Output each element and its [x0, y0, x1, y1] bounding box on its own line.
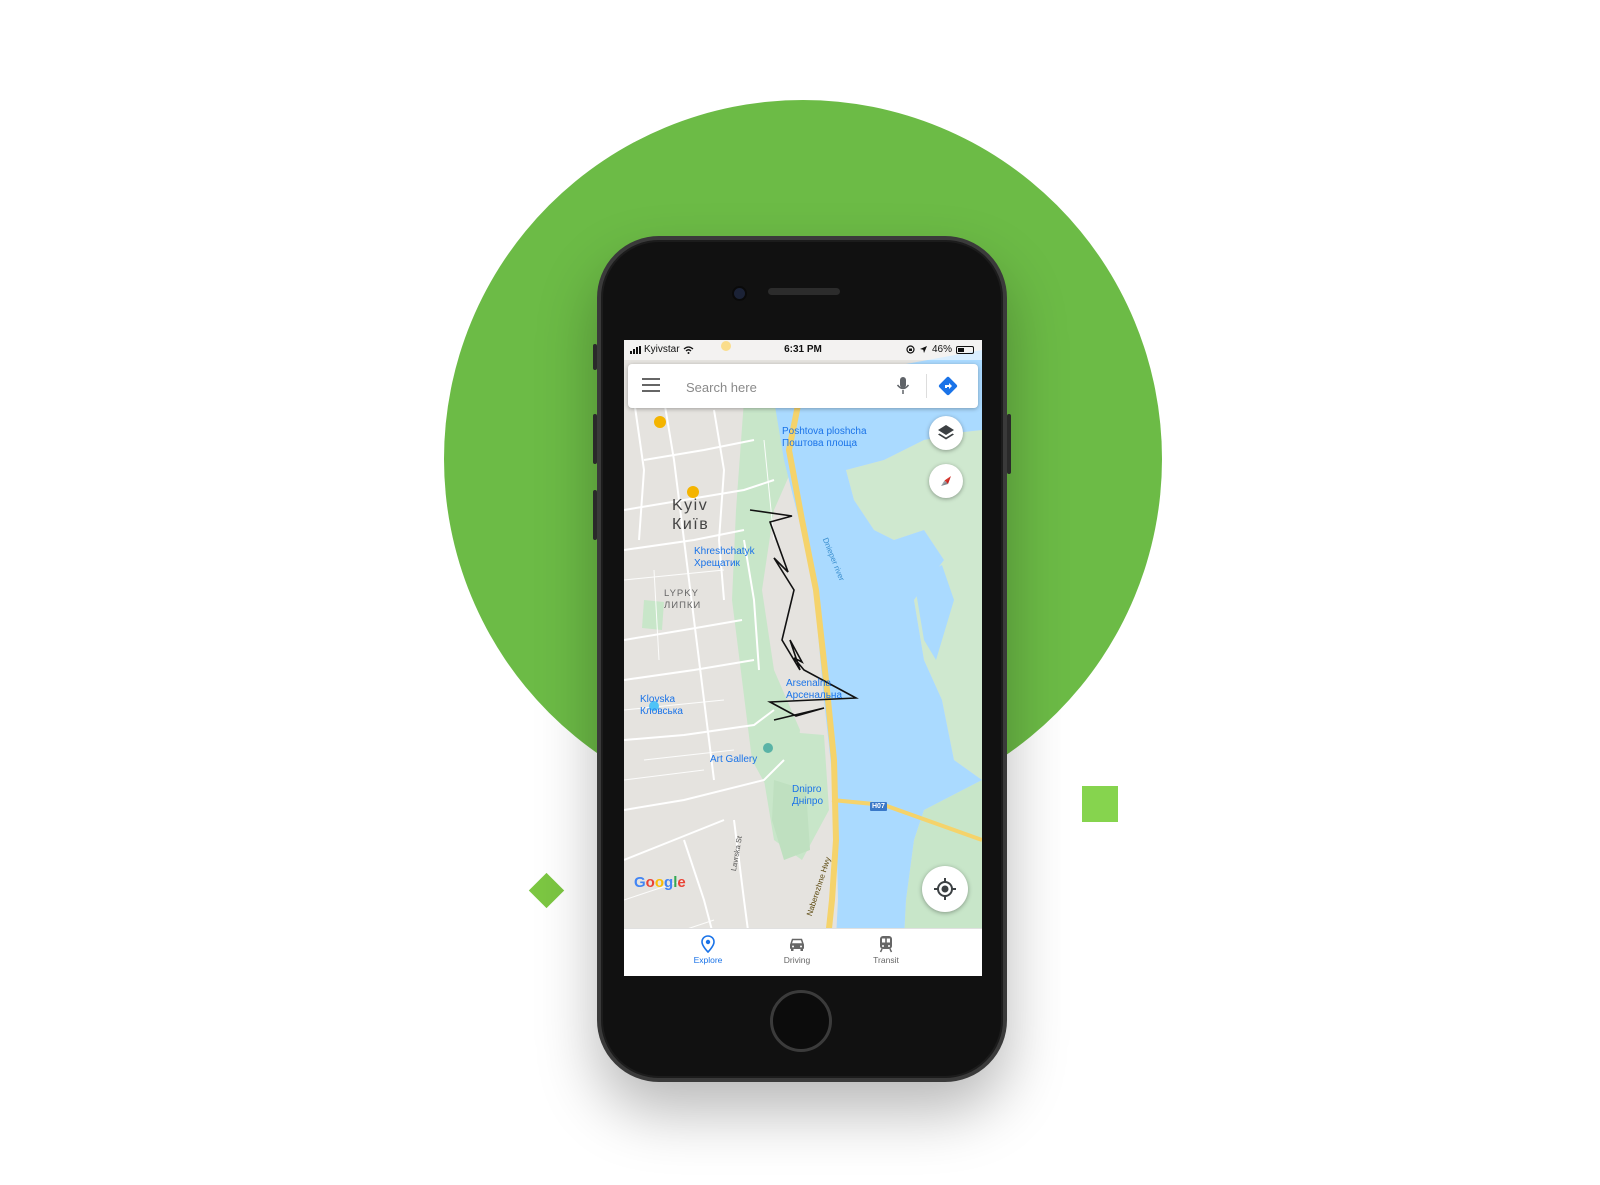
map-label-klovska[interactable]: Klovska Кловська — [640, 694, 683, 718]
map-label-arsenalna[interactable]: Arsenalna Арсенальна — [786, 678, 842, 702]
directions-icon[interactable] — [938, 376, 958, 396]
battery-icon — [956, 345, 974, 354]
label-uk: ЛИПКИ — [664, 600, 702, 611]
layers-icon — [938, 425, 954, 440]
hamburger-menu-icon[interactable] — [642, 378, 660, 394]
map-label-dnipro[interactable]: Dnipro Дніпро — [792, 784, 823, 808]
train-icon — [879, 936, 893, 953]
battery-percent: 46% — [931, 344, 952, 355]
decorative-diamond — [528, 872, 565, 909]
label-uk: Київ — [672, 516, 710, 533]
phone-power-button — [1007, 414, 1011, 474]
tab-transit-label: Transit — [873, 955, 899, 965]
label-uk: Арсенальна — [786, 690, 843, 701]
label-en: Poshtova ploshcha — [782, 426, 867, 437]
car-icon — [789, 938, 805, 951]
phone-silent-switch — [593, 344, 597, 370]
phone-screen: Poshtova ploshcha Поштова площа Kyiv Киї… — [624, 340, 982, 976]
label-uk: Дніпро — [792, 796, 824, 807]
tab-transit[interactable]: Transit — [856, 935, 916, 965]
rotation-lock-icon — [906, 345, 915, 354]
label-en: LYPKY — [664, 588, 699, 599]
label-en: Art Gallery — [710, 754, 758, 765]
compass-icon — [941, 476, 951, 486]
label-uk: Кловська — [640, 706, 683, 717]
location-arrow-icon — [919, 346, 927, 353]
label-en: Klovska — [640, 694, 676, 705]
map-pin-icon — [701, 935, 715, 953]
label-en: Arsenalna — [786, 678, 832, 689]
park-area — [642, 600, 664, 630]
google-logo-text: Google — [634, 874, 686, 891]
earpiece-speaker — [768, 288, 840, 295]
status-right: 46% — [906, 344, 974, 355]
my-location-icon — [934, 878, 956, 900]
tab-explore-label: Explore — [693, 955, 723, 965]
bottom-navigation: Explore Driving Transit — [624, 928, 982, 976]
search-input[interactable] — [684, 374, 888, 400]
map-label-kyiv[interactable]: Kyiv Київ — [672, 496, 709, 534]
layers-button[interactable] — [929, 416, 963, 450]
phone-volume-up — [593, 414, 597, 464]
front-camera — [732, 286, 747, 301]
tab-explore[interactable]: Explore — [678, 935, 738, 965]
label-uk: Поштова площа — [782, 438, 858, 449]
label-en: Khreshchatyk — [694, 546, 755, 557]
route-badge-h07: H07 — [870, 802, 887, 811]
label-uk: Хрещатик — [694, 558, 740, 569]
search-bar — [628, 364, 978, 408]
decorative-square — [1082, 786, 1118, 822]
map-label-art-gallery[interactable]: Art Gallery — [710, 754, 757, 766]
home-button[interactable] — [770, 990, 832, 1052]
poi-art-gallery-marker — [763, 743, 773, 753]
label-en: Kyiv — [672, 497, 709, 514]
map-label-khreshchatyk[interactable]: Khreshchatyk Хрещатик — [694, 546, 755, 570]
google-logo: Google — [634, 874, 686, 891]
compass-button[interactable] — [929, 464, 963, 498]
poi-star-marker — [654, 416, 666, 428]
map-label-poshtova[interactable]: Poshtova ploshcha Поштова площа — [782, 426, 867, 450]
tab-driving[interactable]: Driving — [767, 935, 827, 965]
microphone-icon[interactable] — [896, 376, 910, 396]
label-en: Dnipro — [792, 784, 822, 795]
search-divider — [926, 374, 927, 398]
map-label-lypky[interactable]: LYPKY ЛИПКИ — [664, 588, 701, 612]
status-bar: Kyivstar 6:31 PM 46% — [624, 340, 982, 360]
my-location-button[interactable] — [922, 866, 968, 912]
tab-driving-label: Driving — [783, 955, 811, 965]
phone-volume-down — [593, 490, 597, 540]
